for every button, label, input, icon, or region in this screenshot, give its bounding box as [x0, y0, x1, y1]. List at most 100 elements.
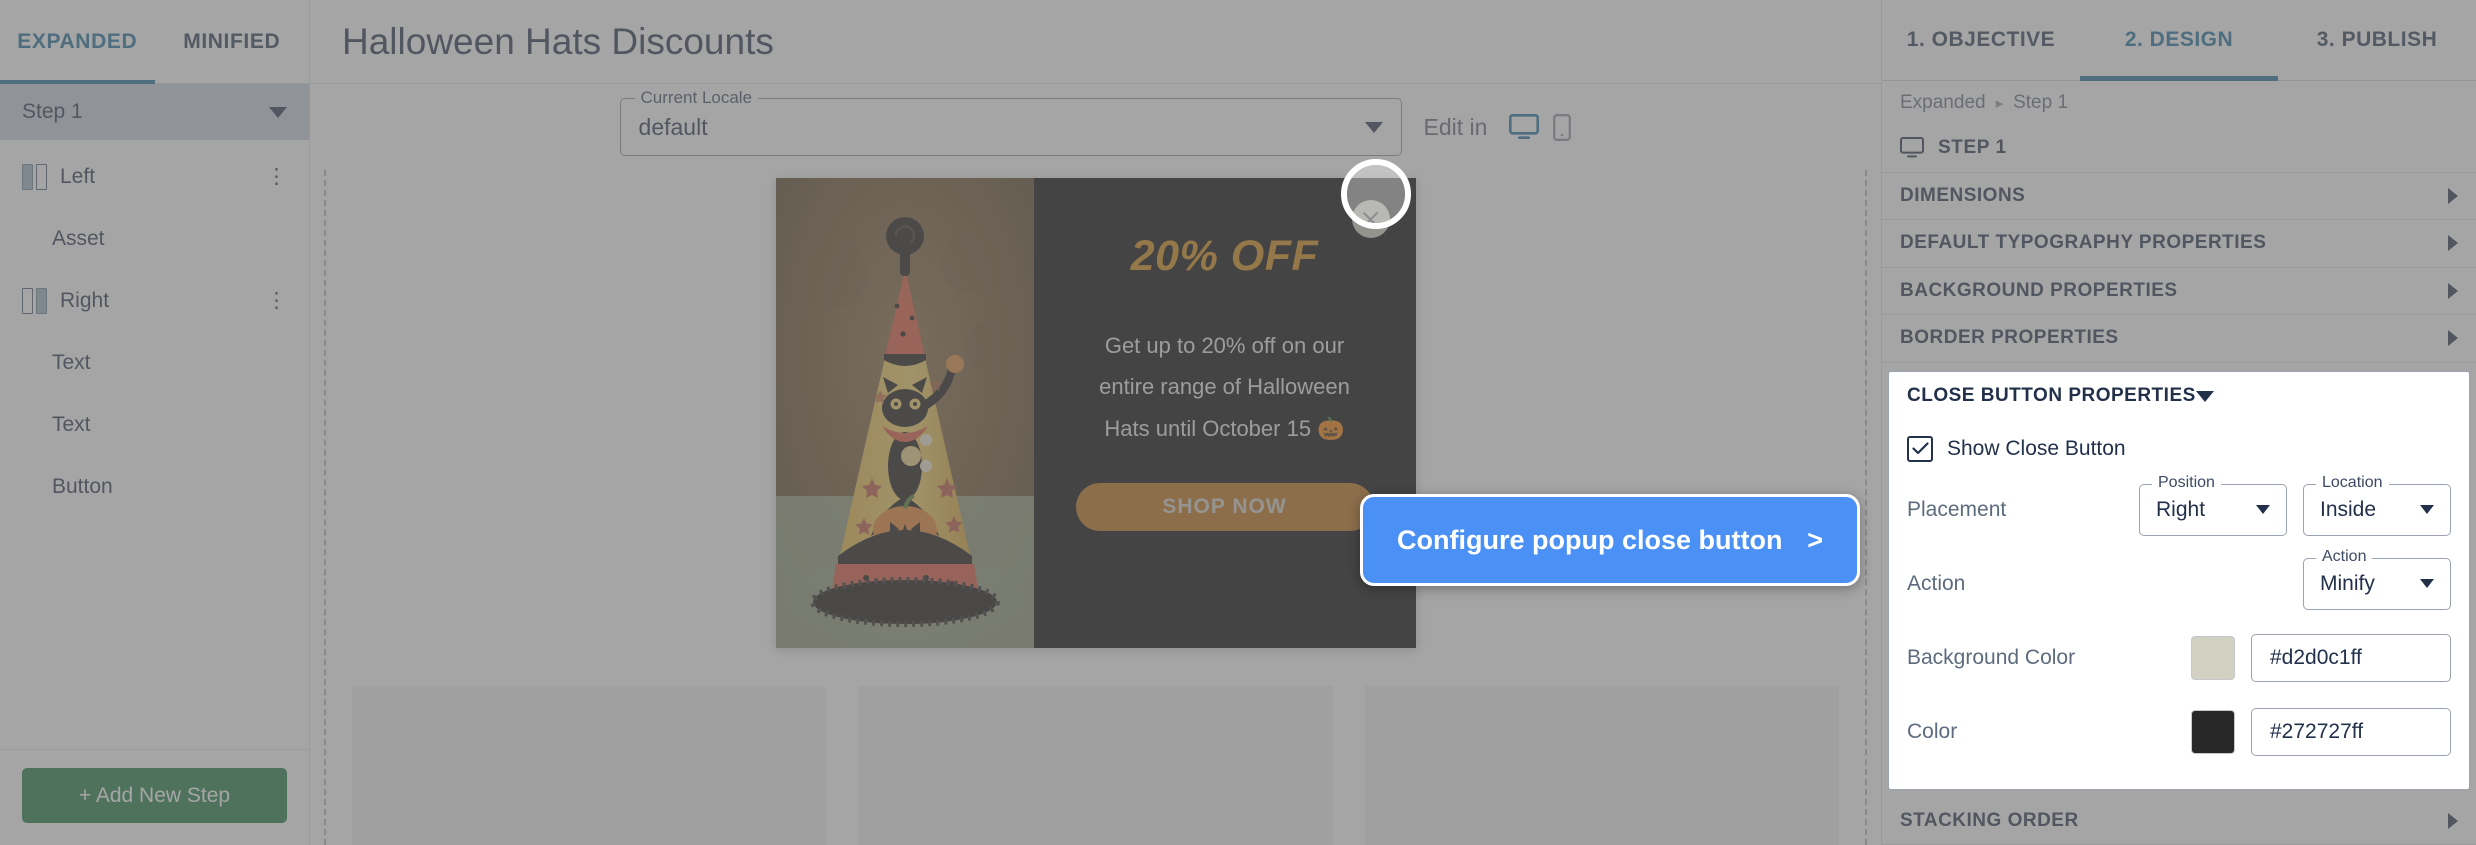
mobile-icon[interactable] — [1553, 113, 1572, 141]
tab-objective[interactable]: 1. OBJECTIVE — [1882, 0, 2080, 81]
tree-item-asset-label: Asset — [52, 227, 105, 250]
tab-design-label: 2. DESIGN — [2124, 28, 2234, 52]
tree-item-asset[interactable]: Asset — [0, 208, 309, 270]
tree-item-text-2-label: Text — [52, 413, 91, 436]
tree-item-left[interactable]: Left ⋮ — [0, 146, 309, 208]
edit-in-label: Edit in — [1423, 113, 1488, 140]
tab-minified-label: MINIFIED — [183, 29, 281, 53]
action-label: Action — [1907, 571, 1966, 595]
layers-sidebar: EXPANDED MINIFIED Step 1 Left ⋮ Asset Ri… — [0, 0, 310, 845]
breadcrumb-item-step[interactable]: Step 1 — [2013, 92, 2068, 114]
sidebar-footer: + Add New Step — [0, 749, 309, 845]
close-x-icon — [1363, 211, 1378, 227]
popup-preview: 20% OFF Get up to 20% off on our entire … — [775, 178, 1416, 648]
section-dimensions[interactable]: DIMENSIONS — [1882, 173, 2476, 220]
tab-expanded[interactable]: EXPANDED — [0, 0, 155, 84]
action-field-label: Action — [2316, 547, 2373, 566]
tab-design[interactable]: 2. DESIGN — [2080, 0, 2278, 82]
tab-minified[interactable]: MINIFIED — [154, 0, 309, 83]
chevron-down-icon — [1364, 121, 1383, 133]
halloween-hat-image — [775, 178, 1034, 648]
desktop-icon[interactable] — [1509, 113, 1540, 140]
popup-close-button[interactable] — [1351, 200, 1390, 238]
current-locale-label: Current Locale — [634, 88, 759, 108]
section-close-button-properties: CLOSE BUTTON PROPERTIES Show Close Butto… — [1888, 370, 2470, 790]
section-border-properties[interactable]: BORDER PROPERTIES — [1882, 315, 2476, 363]
columns-layout-icon — [22, 164, 47, 190]
background-color-input[interactable]: #d2d0c1ff — [2251, 633, 2451, 682]
current-locale-value: default — [638, 113, 708, 140]
wizard-tabs: 1. OBJECTIVE 2. DESIGN 3. PUBLISH — [1882, 0, 2476, 82]
popup-headline: 20% OFF — [1130, 232, 1319, 280]
editor-main: Halloween Hats Discounts Current Locale … — [310, 0, 1881, 845]
properties-panel: 1. OBJECTIVE 2. DESIGN 3. PUBLISH Expand… — [1881, 0, 2476, 845]
section-close-button-properties-body: Show Close Button Placement Position Rig… — [1889, 421, 2469, 789]
chevron-right-icon — [2448, 282, 2458, 299]
canvas-placeholder — [858, 686, 1333, 845]
action-row: Action Action Minify — [1907, 547, 2451, 621]
position-select[interactable]: Position Right — [2139, 473, 2287, 536]
tree-item-text-1-label: Text — [52, 351, 91, 374]
tree-item-right[interactable]: Right ⋮ — [0, 270, 309, 332]
canvas-placeholder — [352, 686, 827, 845]
location-select[interactable]: Location Inside — [2303, 473, 2451, 536]
location-value: Inside — [2320, 497, 2377, 521]
chevron-down-icon — [2195, 390, 2214, 402]
section-close-button-properties-header[interactable]: CLOSE BUTTON PROPERTIES — [1889, 372, 2469, 421]
show-close-button-label: Show Close Button — [1947, 436, 2126, 460]
canvas-toolbar: Current Locale default Edit in — [310, 84, 1881, 170]
action-value: Minify — [2320, 571, 2375, 595]
color-label: Color — [1907, 719, 1958, 743]
tree-item-text-1[interactable]: Text — [0, 332, 309, 394]
location-label: Location — [2316, 473, 2389, 492]
section-close-button-properties-label: CLOSE BUTTON PROPERTIES — [1907, 385, 2196, 406]
background-color-row: Background Color #d2d0c1ff — [1907, 621, 2451, 695]
tab-publish[interactable]: 3. PUBLISH — [2278, 0, 2476, 81]
background-color-swatch[interactable] — [2191, 635, 2235, 680]
show-close-button-checkbox[interactable] — [1907, 435, 1933, 462]
onboarding-next-icon[interactable]: > — [1807, 525, 1823, 556]
section-background-properties[interactable]: BACKGROUND PROPERTIES — [1882, 268, 2476, 315]
add-new-step-button[interactable]: + Add New Step — [22, 768, 287, 823]
section-stacking-order[interactable]: STACKING ORDER — [1882, 798, 2476, 845]
tree-item-button[interactable]: Button — [0, 456, 309, 518]
position-value: Right — [2156, 497, 2206, 521]
page-title: Halloween Hats Discounts — [310, 0, 1881, 84]
chevron-right-icon — [2448, 187, 2458, 204]
action-select[interactable]: Action Minify — [2303, 547, 2451, 610]
columns-layout-icon — [22, 288, 47, 314]
onboarding-tooltip[interactable]: Configure popup close button > — [1360, 494, 1860, 586]
color-input[interactable]: #272727ff — [2251, 707, 2451, 756]
position-label: Position — [2152, 473, 2221, 492]
chevron-right-icon — [2448, 812, 2458, 829]
popup-content-panel: 20% OFF Get up to 20% off on our entire … — [1033, 178, 1416, 648]
tab-objective-label: 1. OBJECTIVE — [1906, 28, 2056, 52]
onboarding-tooltip-text: Configure popup close button — [1397, 524, 1783, 555]
breadcrumb-separator-icon: ▸ — [1995, 94, 2004, 112]
tab-publish-label: 3. PUBLISH — [2316, 28, 2438, 52]
section-background-properties-label: BACKGROUND PROPERTIES — [1900, 279, 2178, 301]
popup-image-panel[interactable] — [775, 178, 1034, 648]
canvas-placeholder-row — [326, 686, 1865, 845]
step-selector-label: Step 1 — [22, 100, 83, 123]
check-icon — [1911, 442, 1929, 455]
step-selector[interactable]: Step 1 — [0, 84, 309, 140]
current-locale-select[interactable]: Current Locale default — [619, 88, 1402, 156]
section-dimensions-label: DIMENSIONS — [1900, 184, 2026, 206]
tree-item-button-label: Button — [52, 475, 113, 498]
breadcrumb-item-expanded[interactable]: Expanded — [1900, 92, 1986, 114]
show-close-button-row: Show Close Button — [1907, 425, 2451, 473]
tree-item-left-label: Left — [60, 165, 96, 188]
tree-item-text-2[interactable]: Text — [0, 394, 309, 456]
breadcrumb: Expanded ▸ Step 1 — [1882, 81, 2476, 124]
placement-label: Placement — [1907, 497, 2007, 521]
shop-now-button[interactable]: SHOP NOW — [1075, 483, 1374, 532]
color-row: Color #272727ff — [1907, 695, 2451, 769]
background-color-label: Background Color — [1907, 645, 2076, 669]
section-default-typography[interactable]: DEFAULT TYPOGRAPHY PROPERTIES — [1882, 220, 2476, 268]
color-swatch[interactable] — [2191, 709, 2235, 754]
tab-expanded-label: EXPANDED — [17, 29, 138, 53]
chevron-right-icon — [2448, 330, 2458, 347]
canvas-placeholder — [1364, 686, 1839, 845]
step-context-bar: STEP 1 — [1882, 124, 2476, 173]
